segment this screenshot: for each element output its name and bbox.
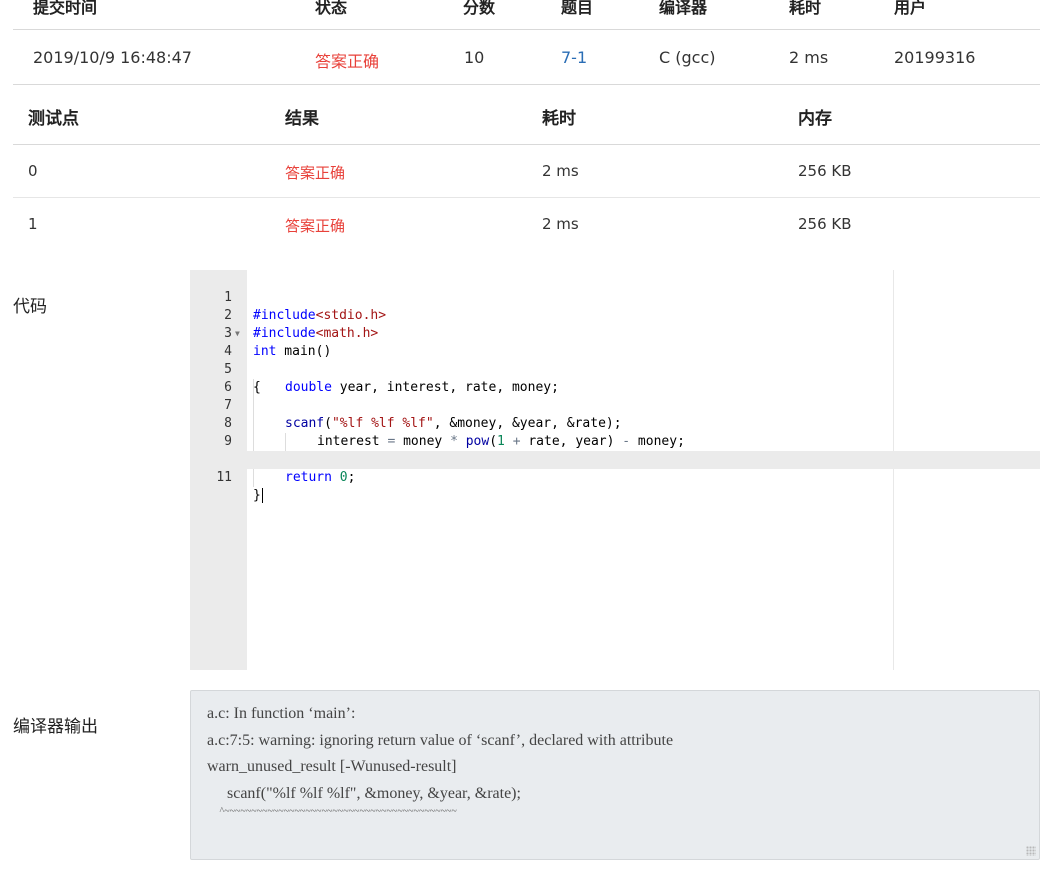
problem-link[interactable]: 7-1 xyxy=(561,48,587,67)
compiler-output-line: a.c:7:5: warning: ignoring return value … xyxy=(207,731,674,749)
code-label: 代码 xyxy=(13,297,47,317)
code-line: 10 return 0; xyxy=(190,433,1040,487)
elapsed-value: 2 ms xyxy=(789,48,829,67)
testpoint-result: 答案正确 xyxy=(285,217,346,235)
header-status: 状态 xyxy=(315,0,348,17)
code-line: 2 #include<math.h> xyxy=(190,289,1040,341)
header-problem: 题目 xyxy=(561,0,594,17)
header-testpoint: 测试点 xyxy=(28,109,79,129)
compiler-output-line: a.c: In function ‘main’: xyxy=(207,705,356,722)
compiler-output-line: warn_unused_result [-Wunused-result] xyxy=(207,758,457,775)
text-cursor xyxy=(261,488,263,503)
resize-handle-icon[interactable] xyxy=(1026,846,1036,856)
testpoint-id: 1 xyxy=(28,215,38,233)
testpoint-time: 2 ms xyxy=(542,162,579,180)
header-elapsed: 耗时 xyxy=(789,0,822,17)
testpoint-row: 1 答案正确 2 ms 256 KB xyxy=(13,198,1040,251)
line-number: 11 xyxy=(216,470,232,485)
header-compiler: 编译器 xyxy=(659,0,708,17)
testpoint-result: 答案正确 xyxy=(285,164,346,182)
code-line: 8 interest = money * pow(1 + rate, year)… xyxy=(190,397,1040,451)
score-value: 10 xyxy=(464,48,485,67)
submission-table-header: 提交时间 状态 分数 题目 编译器 耗时 用户 xyxy=(13,0,1040,30)
compiler-output-line: ^~~~~~~~~~~~~~~~~~~~~~~~~~~~~~~~~~~~~~~~… xyxy=(207,806,457,817)
code-line: 5 double year, interest, rate, money; xyxy=(190,343,1040,397)
code-line: 9 printf("interest = %.2f", interest); xyxy=(190,415,1040,469)
compiler-output-label: 编译器输出 xyxy=(13,717,98,737)
header-score: 分数 xyxy=(463,0,496,17)
status-accepted: 答案正确 xyxy=(315,52,380,71)
code-line-active: 11 } xyxy=(190,451,1040,503)
testpoint-table-header: 测试点 结果 耗时 内存 xyxy=(13,86,1040,145)
testpoint-table: 测试点 结果 耗时 内存 0 答案正确 2 ms 256 KB 1 答案正确 2… xyxy=(13,86,1040,251)
header-result: 结果 xyxy=(285,109,319,129)
fold-toggle-icon[interactable]: ▼ xyxy=(235,325,240,343)
submit-time: 2019/10/9 16:48:47 xyxy=(33,48,192,67)
code-text: return 0; xyxy=(253,469,355,487)
code-line: 7 scanf("%lf %lf %lf", &money, &year, &r… xyxy=(190,379,1040,433)
compiler-output-line: scanf("%lf %lf %lf", &money, &year, &rat… xyxy=(207,784,521,802)
submission-table: 提交时间 状态 分数 题目 编译器 耗时 用户 2019/10/9 16:48:… xyxy=(13,0,1040,85)
code-line: 6 xyxy=(190,361,1040,415)
user-value: 20199316 xyxy=(894,48,976,67)
header-memory: 内存 xyxy=(798,109,832,129)
compiler-value: C (gcc) xyxy=(659,48,716,67)
code-line: 4 ▼ { xyxy=(190,325,1040,395)
code-editor[interactable]: 1 #include<stdio.h> 2 #include<math.h> 3… xyxy=(190,270,1040,670)
header-user: 用户 xyxy=(894,0,927,17)
code-lines: 1 #include<stdio.h> 2 #include<math.h> 3… xyxy=(190,271,1040,503)
code-line: 1 #include<stdio.h> xyxy=(190,271,1040,323)
header-submit-time: 提交时间 xyxy=(33,0,98,17)
header-time: 耗时 xyxy=(542,109,576,129)
testpoint-time: 2 ms xyxy=(542,215,579,233)
testpoint-memory: 256 KB xyxy=(798,162,852,180)
submission-row: 2019/10/9 16:48:47 答案正确 10 7-1 C (gcc) 2… xyxy=(13,30,1040,85)
testpoint-memory: 256 KB xyxy=(798,215,852,233)
code-text: } xyxy=(253,488,263,503)
testpoint-id: 0 xyxy=(28,162,38,180)
compiler-output-textarea[interactable]: a.c: In function ‘main’: a.c:7:5: warnin… xyxy=(190,690,1040,860)
code-line: 3 int main() xyxy=(190,307,1040,359)
testpoint-row: 0 答案正确 2 ms 256 KB xyxy=(13,145,1040,198)
